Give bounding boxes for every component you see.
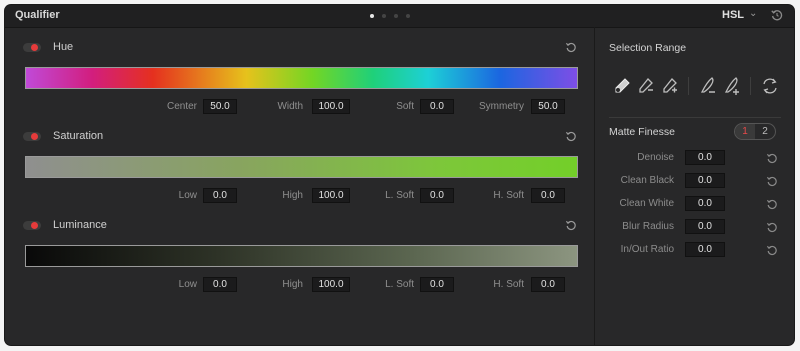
clean-white-row: Clean White 0.0 — [595, 195, 794, 213]
blur-radius-field[interactable]: 0.0 — [685, 219, 725, 234]
in-out-ratio-row: In/Out Ratio 0.0 — [595, 241, 794, 259]
panel-header: Qualifier HSL ⌄ — [5, 5, 794, 28]
selection-range-title: Selection Range — [609, 42, 687, 54]
saturation-header: Saturation — [23, 128, 103, 144]
page-indicator — [370, 14, 410, 19]
page-dot[interactable] — [394, 14, 398, 18]
page-1-button[interactable]: 1 — [735, 124, 755, 139]
saturation-enable-toggle[interactable] — [23, 131, 41, 141]
matte-finesse-title: Matte Finesse — [609, 126, 675, 138]
saturation-label: Saturation — [53, 130, 104, 142]
page-dot[interactable] — [370, 14, 374, 18]
page-dot[interactable] — [382, 14, 386, 18]
center-field[interactable]: 50.0 — [203, 99, 237, 114]
high-label: High — [282, 190, 303, 201]
clean-black-row: Clean Black 0.0 — [595, 172, 794, 190]
high-field[interactable]: 100.0 — [312, 188, 350, 203]
tool-separator — [750, 77, 751, 95]
low-label: Low — [178, 279, 197, 290]
l-soft-field[interactable]: 0.0 — [420, 188, 454, 203]
page-2-button[interactable]: 2 — [755, 124, 775, 139]
hue-reset-icon[interactable] — [565, 41, 577, 53]
blur-radius-label: Blur Radius — [622, 221, 674, 232]
hue-label: Hue — [53, 41, 74, 53]
reset-icon[interactable] — [766, 198, 778, 210]
h-soft-label: H. Soft — [493, 279, 524, 290]
low-field[interactable]: 0.0 — [203, 277, 237, 292]
in-out-ratio-field[interactable]: 0.0 — [685, 242, 725, 257]
denoise-field[interactable]: 0.0 — [685, 150, 725, 165]
symmetry-label: Symmetry — [479, 101, 524, 112]
hue-range-bar[interactable] — [25, 67, 578, 89]
clean-black-field[interactable]: 0.0 — [685, 173, 725, 188]
h-soft-field[interactable]: 0.0 — [531, 277, 565, 292]
invert-icon[interactable] — [759, 75, 781, 97]
denoise-label: Denoise — [637, 152, 674, 163]
reset-icon[interactable] — [766, 175, 778, 187]
qualifier-panel: Qualifier HSL ⌄ Hue Center 50.0 Width 10… — [5, 5, 794, 345]
reset-icon[interactable] — [766, 221, 778, 233]
luminance-label: Luminance — [53, 219, 107, 231]
low-field[interactable]: 0.0 — [203, 188, 237, 203]
symmetry-field[interactable]: 50.0 — [531, 99, 565, 114]
l-soft-field[interactable]: 0.0 — [420, 277, 454, 292]
feather-subtract-icon[interactable] — [697, 75, 719, 97]
width-field[interactable]: 100.0 — [312, 99, 350, 114]
reset-icon[interactable] — [766, 244, 778, 256]
hue-params: Center 50.0 Width 100.0 Soft 0.0 Symmetr… — [5, 98, 595, 116]
high-field[interactable]: 100.0 — [312, 277, 350, 292]
soft-label: Soft — [396, 101, 414, 112]
picker-subtract-icon[interactable] — [635, 75, 657, 97]
high-label: High — [282, 279, 303, 290]
reset-icon[interactable] — [770, 8, 784, 22]
matte-finesse-page-switch: 1 2 — [734, 123, 776, 140]
clean-black-label: Clean Black — [620, 175, 674, 186]
h-soft-field[interactable]: 0.0 — [531, 188, 565, 203]
luminance-header: Luminance — [23, 217, 107, 233]
hue-header: Hue — [23, 39, 73, 55]
width-label: Width — [277, 101, 303, 112]
saturation-range-bar[interactable] — [25, 156, 578, 178]
luminance-reset-icon[interactable] — [565, 219, 577, 231]
h-soft-label: H. Soft — [493, 190, 524, 201]
mode-selector[interactable]: HSL — [722, 9, 744, 21]
denoise-row: Denoise 0.0 — [595, 149, 794, 167]
luminance-range-bar[interactable] — [25, 245, 578, 267]
section-divider — [609, 117, 781, 118]
luminance-params: Low 0.0 High 100.0 L. Soft 0.0 H. Soft 0… — [5, 276, 595, 294]
saturation-params: Low 0.0 High 100.0 L. Soft 0.0 H. Soft 0… — [5, 187, 595, 205]
low-label: Low — [178, 190, 197, 201]
in-out-ratio-label: In/Out Ratio — [620, 244, 674, 255]
center-label: Center — [166, 101, 197, 112]
page-dot[interactable] — [406, 14, 410, 18]
saturation-reset-icon[interactable] — [565, 130, 577, 142]
chevron-down-icon[interactable]: ⌄ — [749, 8, 757, 19]
clean-white-field[interactable]: 0.0 — [685, 196, 725, 211]
clean-white-label: Clean White — [619, 198, 674, 209]
l-soft-label: L. Soft — [385, 279, 414, 290]
hue-enable-toggle[interactable] — [23, 42, 41, 52]
soft-field[interactable]: 0.0 — [420, 99, 454, 114]
l-soft-label: L. Soft — [385, 190, 414, 201]
picker-add-icon[interactable] — [659, 75, 681, 97]
blur-radius-row: Blur Radius 0.0 — [595, 218, 794, 236]
picker-icon[interactable] — [611, 75, 633, 97]
reset-icon[interactable] — [766, 152, 778, 164]
tool-separator — [688, 77, 689, 95]
feather-add-icon[interactable] — [721, 75, 743, 97]
luminance-enable-toggle[interactable] — [23, 220, 41, 230]
panel-title: Qualifier — [15, 9, 60, 21]
